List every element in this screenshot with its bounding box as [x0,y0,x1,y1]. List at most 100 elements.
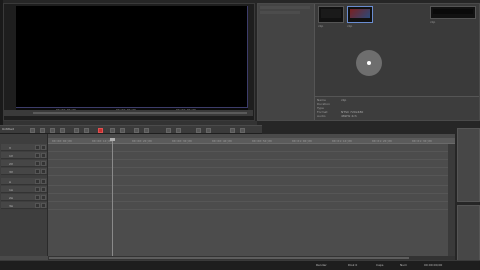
ruler-tick: 00:00:20;00 [132,139,152,143]
lane-divider [48,209,455,210]
status-bar: Render Disk 0 Caps Num 00:00:00;00 [0,260,480,270]
cut-button[interactable] [30,128,35,133]
ruler-tick: 00:01:20;00 [372,139,392,143]
track-visibility-icon[interactable] [41,161,46,166]
track-mute-icon[interactable] [41,187,46,192]
mark-out-button[interactable] [176,128,181,133]
scrub-track[interactable] [33,112,247,114]
track-mute-icon[interactable] [41,195,46,200]
ruler-tick: 00:00:10;00 [92,139,112,143]
track-lock-icon[interactable] [35,203,40,208]
track-visibility-icon[interactable] [41,153,46,158]
bin-tree-row[interactable] [260,11,300,14]
ruler-tick: 00:00:40;00 [212,139,232,143]
player-preview[interactable] [16,6,248,108]
track-header[interactable]: 3V [1,168,47,175]
zoom-in-button[interactable] [134,128,139,133]
track-lock-icon[interactable] [35,195,40,200]
playhead-handle[interactable] [110,138,115,141]
track-header[interactable]: 2V [1,160,47,167]
bin-tree[interactable] [258,4,315,120]
prop-row: Type [317,106,324,110]
ruler-tick: 00:00:50;00 [252,139,272,143]
render-button[interactable] [206,128,211,133]
status-caps: Caps [376,263,384,267]
delete-button[interactable] [60,128,65,133]
ripple-button[interactable] [84,128,89,133]
lane-divider [48,201,455,202]
paste-button[interactable] [50,128,55,133]
video-thumbnail-icon [433,9,473,14]
ruler-tick: 00:00:30;00 [172,139,192,143]
lane-divider [48,159,455,160]
settings-button[interactable] [230,128,235,133]
prop-row: Format NTSC 720x480 [317,110,364,114]
lane-divider [48,185,455,186]
track-header[interactable]: 2A [1,194,47,201]
snap-button[interactable] [110,128,115,133]
prop-row: Audio 48kHz 2ch [317,114,357,118]
status-disk: Disk 0 [348,263,358,267]
clip-label: clip [430,20,436,24]
track-header[interactable]: 3A [1,202,47,209]
copy-button[interactable] [40,128,45,133]
effect-panel[interactable] [457,128,480,202]
clip-thumbnail-selected[interactable] [347,6,373,23]
track-header[interactable]: V [1,144,47,151]
player-scrub-bar[interactable] [3,110,253,116]
layout-button[interactable] [240,128,245,133]
marker-button[interactable] [120,128,125,133]
split-button[interactable] [74,128,79,133]
track-header[interactable]: 1A [1,186,47,193]
mark-in-button[interactable] [166,128,171,133]
scrollbar-thumb[interactable] [49,257,409,259]
clip-thumbnail[interactable] [318,6,344,23]
prop-row: Duration [317,102,331,106]
timeline-vertical-scrollbar[interactable] [448,144,455,256]
ruler-tick: 00:01:10;00 [332,139,352,143]
track-lock-icon[interactable] [35,145,40,150]
lane-divider [48,175,455,176]
track-lock-icon[interactable] [35,153,40,158]
lane-divider [48,151,455,152]
track-mute-icon[interactable] [41,179,46,184]
player-window: 00:00:00;00 00:00:00;00 00:00:00;00 [3,3,255,121]
status-timecode: 00:00:00;00 [424,263,443,267]
clip-properties: Name clip Duration Type Format NTSC 720x48… [315,96,479,120]
lane-divider [48,193,455,194]
ruler-tick: 00:01:00;00 [292,139,312,143]
app-window: 00:00:00;00 00:00:00;00 00:00:00;00 clip… [0,0,480,270]
track-mute-icon[interactable] [41,203,46,208]
track-headers: V 1V 2V 3V A 1A 2A 3A [0,134,48,256]
prop-row: Name clip [317,98,347,102]
bin-tree-row[interactable] [260,6,310,9]
status-render: Render [316,263,327,267]
track-lock-icon[interactable] [35,187,40,192]
status-num: Num [400,263,408,267]
track-header[interactable]: A [1,178,47,185]
track-lock-icon[interactable] [35,161,40,166]
track-visibility-icon[interactable] [41,145,46,150]
lane-divider [48,167,455,168]
track-lock-icon[interactable] [35,179,40,184]
track-lanes[interactable] [48,144,455,256]
info-panel[interactable] [457,205,480,263]
mouse-cursor-icon [367,61,371,65]
export-button[interactable] [196,128,201,133]
ruler-tick: 00:00:00;00 [52,139,72,143]
timeline-toolbar: Untitled [0,125,262,134]
zoom-out-button[interactable] [144,128,149,133]
track-lock-icon[interactable] [35,169,40,174]
timeline-title: Untitled [2,127,14,131]
record-button[interactable] [98,128,103,133]
clip-label: clip [347,24,353,28]
video-thumbnail-icon [321,9,341,18]
video-thumbnail-icon [350,9,370,18]
clip-thumbnail[interactable] [430,6,476,19]
timeline-panel: V 1V 2V 3V A 1A 2A 3A 00:00:00;00 00:00:… [0,134,455,260]
ruler-tick: 00:01:30;00 [412,139,432,143]
playhead[interactable] [112,138,113,256]
clip-label: clip [318,24,324,28]
track-header[interactable]: 1V [1,152,47,159]
track-visibility-icon[interactable] [41,169,46,174]
